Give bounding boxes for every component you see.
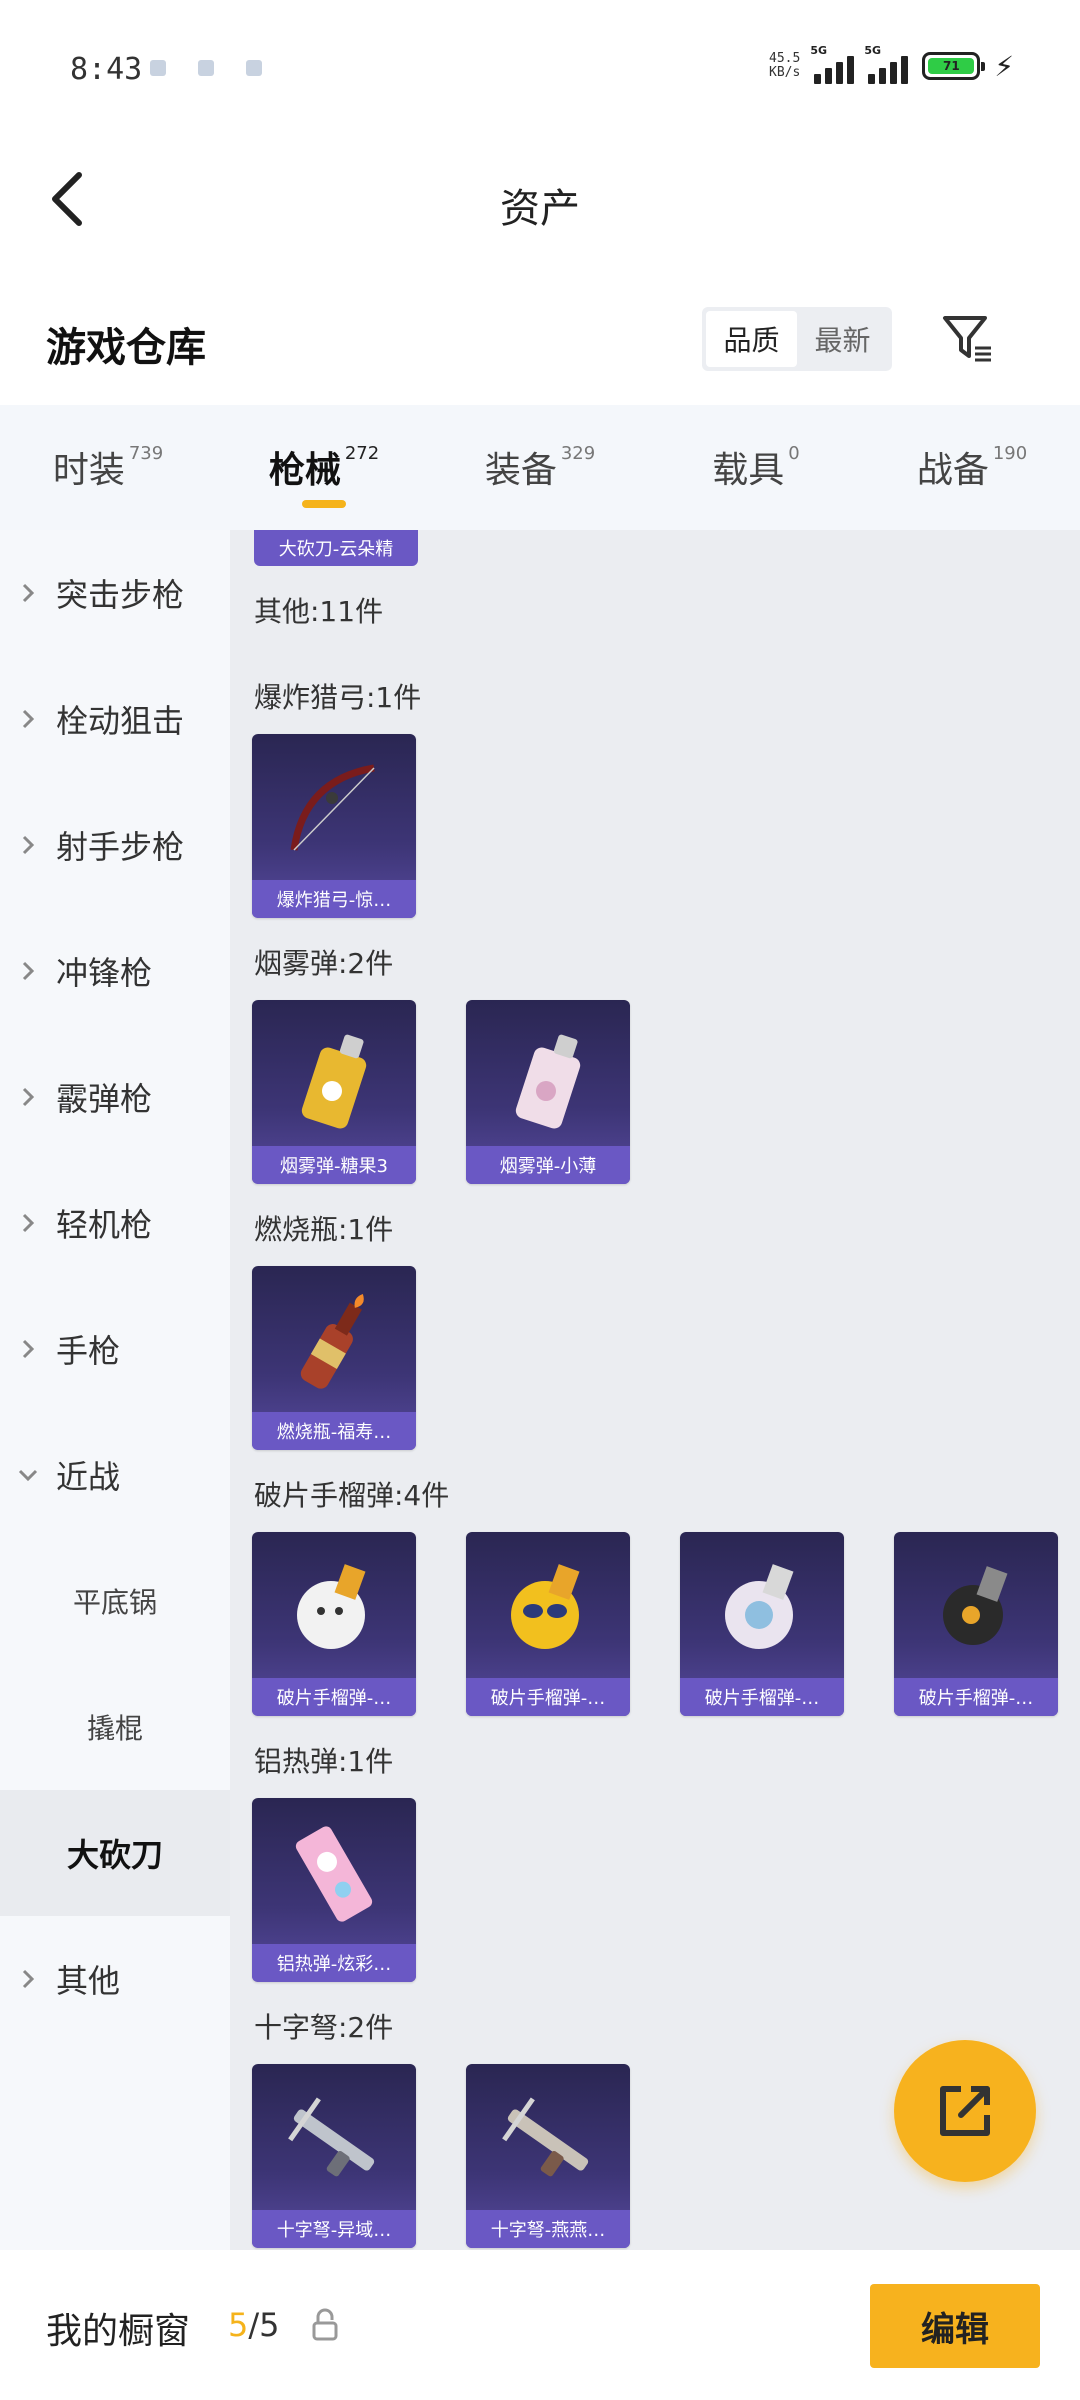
group-label: 爆炸猎弓:1件 [254,681,422,714]
bow-icon [252,742,416,878]
chevron-right-icon [0,1086,56,1108]
item-card[interactable]: 燃烧瓶-福寿… [252,1266,416,1450]
tab-equipment[interactable]: 装备 329 [432,405,648,530]
sidebar-item-melee[interactable]: 近战 [0,1412,230,1538]
item-card[interactable]: 烟雾弹-糖果3 [252,1000,416,1184]
showcase-label: 我的橱窗 [46,2311,191,2352]
chevron-down-icon [0,1468,56,1482]
item-card[interactable]: 破片手榴弹-… [894,1532,1058,1716]
item-card[interactable]: 破片手榴弹-… [466,1532,630,1716]
sidebar-item-other[interactable]: 其他 [0,1916,230,2042]
signal-icon: 5G [864,44,909,84]
group-label: 烟雾弹:2件 [254,947,394,980]
group-label: 铝热弹:1件 [254,1745,394,1778]
sort-quality-button[interactable]: 品质 [706,311,797,367]
showcase-bar: 我的橱窗 5/5 编辑 [0,2250,1080,2400]
tab-firearms[interactable]: 枪械 272 [216,405,432,530]
tab-active-indicator [302,500,346,508]
nav-bar: 资产 [0,140,1080,260]
item-card[interactable]: 烟雾弹-小薄 [466,1000,630,1184]
chevron-right-icon [0,582,56,604]
status-bar: 8:43 45.5 KB/s 5G 5G 71 ⚡ [0,0,1080,140]
page-title: 资产 [500,186,580,232]
group-label: 十字弩:2件 [254,2011,394,2044]
chevron-right-icon [0,960,56,982]
frag-grenade-icon [894,1540,1058,1676]
tab-supplies[interactable]: 战备 190 [864,405,1080,530]
sidebar-item-marksman-rifle[interactable]: 射手步枪 [0,782,230,908]
item-card[interactable]: 爆炸猎弓-惊… [252,734,416,918]
notification-icon [246,60,262,76]
chevron-right-icon [0,834,56,856]
group-label: 破片手榴弹:4件 [254,1479,450,1512]
showcase-count: 5/5 [228,2306,280,2344]
tab-vehicles[interactable]: 载具 0 [648,405,864,530]
item-card[interactable]: 破片手榴弹-… [252,1532,416,1716]
molotov-icon [252,1274,416,1410]
status-indicators: 45.5 KB/s 5G 5G 71 ⚡ [754,44,1014,84]
sidebar-item-assault-rifle[interactable]: 突击步枪 [0,530,230,656]
crossbow-icon [466,2072,630,2208]
net-speed: 45.5 KB/s [769,51,801,80]
thermite-grenade-icon [252,1806,416,1942]
sidebar-item-shotgun[interactable]: 霰弹枪 [0,1034,230,1160]
chevron-right-icon [0,1338,56,1360]
status-time: 8:43 [70,52,143,87]
tab-fashion[interactable]: 时装 739 [0,405,216,530]
edit-button[interactable]: 编辑 [870,2284,1040,2368]
filter-icon[interactable] [936,307,1000,371]
sidebar-item-pistol[interactable]: 手枪 [0,1286,230,1412]
sort-toggle: 品质 最新 [702,307,892,371]
sidebar-item-crowbar[interactable]: 撬棍 [0,1664,230,1790]
sidebar-item-smg[interactable]: 冲锋枪 [0,908,230,1034]
lock-icon [312,2308,338,2341]
chevron-right-icon [0,1212,56,1234]
item-card[interactable]: 十字弩-异域… [252,2064,416,2248]
item-card[interactable]: 十字弩-燕燕… [466,2064,630,2248]
frag-grenade-icon [252,1540,416,1676]
share-icon [940,2086,990,2136]
item-card[interactable]: 破片手榴弹-… [680,1532,844,1716]
notification-icons [150,60,262,76]
weapon-type-sidebar: 突击步枪 栓动狙击 射手步枪 冲锋枪 霰弹枪 轻机枪 手枪 近战 平底锅 撬棍 … [0,530,230,2250]
sidebar-item-bolt-sniper[interactable]: 栓动狙击 [0,656,230,782]
category-tabs: 时装 739 枪械 272 装备 329 载具 0 战备 190 [0,405,1080,530]
frag-grenade-icon [466,1540,630,1676]
smoke-grenade-icon [466,1008,630,1144]
item-card[interactable]: 铝热弹-炫彩… [252,1798,416,1982]
group-label: 其他:11件 [254,595,384,628]
frag-grenade-icon [680,1540,844,1676]
group-label: 燃烧瓶:1件 [254,1213,394,1246]
sidebar-item-lmg[interactable]: 轻机枪 [0,1160,230,1286]
warehouse-header: 游戏仓库 品质 最新 [0,285,1080,405]
signal-icon: 5G [810,44,855,84]
sort-newest-button[interactable]: 最新 [797,311,888,367]
item-card-label[interactable]: 大砍刀-云朵精 [254,530,418,566]
crossbow-icon [252,2072,416,2208]
chevron-right-icon [0,708,56,730]
notification-icon [150,60,166,76]
battery-icon: 71 [922,52,986,80]
sidebar-item-frying-pan[interactable]: 平底锅 [0,1538,230,1664]
share-button[interactable] [894,2040,1036,2182]
chevron-right-icon [0,1968,56,1990]
item-grid: 大砍刀-云朵精 其他:11件 爆炸猎弓:1件 爆炸猎弓-惊… 烟雾弹:2件 烟雾… [230,530,1080,2250]
charging-icon: ⚡ [994,49,1014,83]
smoke-grenade-icon [252,1008,416,1144]
sidebar-item-machete[interactable]: 大砍刀 [0,1790,230,1916]
notification-icon [198,60,214,76]
warehouse-title: 游戏仓库 [46,325,206,371]
